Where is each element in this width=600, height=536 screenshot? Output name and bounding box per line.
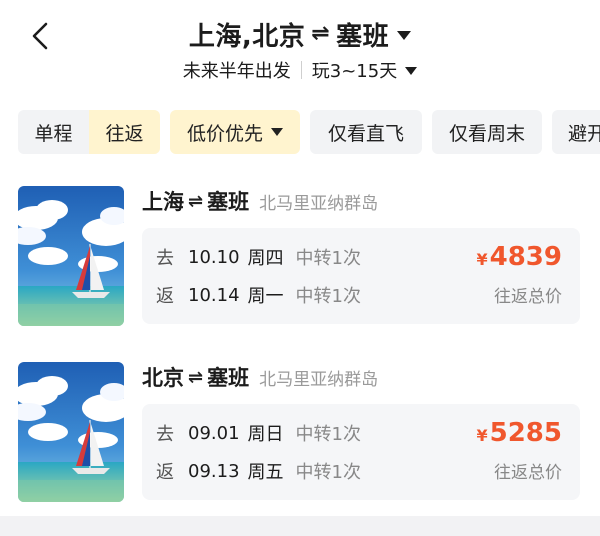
outbound-label: 去 <box>156 424 174 445</box>
return-leg: 返 09.13 周五 中转1次 <box>156 456 361 486</box>
outbound-leg: 去 10.10 周四 中转1次 <box>156 242 361 272</box>
round-trip-arrows-icon: ⇌ <box>311 20 331 46</box>
trip-duration[interactable]: 玩3~15天 <box>312 57 397 83</box>
route-title: 上海 ⇌ 塞班 北马里亚纳群岛 <box>142 186 378 216</box>
route-destination: 塞班 <box>207 190 250 214</box>
sort-label: 低价优先 <box>186 122 263 145</box>
round-trip-arrows-icon: ⇌ <box>188 190 204 212</box>
departure-window[interactable]: 未来半年出发 <box>183 57 291 83</box>
title-origins: 上海,北京 <box>188 21 306 52</box>
round-trip-option[interactable]: 往返 <box>89 110 160 154</box>
price-label: 往返总价 <box>494 287 562 307</box>
destination-image <box>18 186 124 326</box>
outbound-date: 09.01 <box>188 422 240 444</box>
outbound-leg: 去 09.01 周日 中转1次 <box>156 418 361 448</box>
weekend-only-filter[interactable]: 仅看周末 <box>432 110 542 154</box>
direct-only-label: 仅看直飞 <box>327 122 404 145</box>
caret-down-icon <box>397 31 412 40</box>
outbound-transfer: 中转1次 <box>295 248 361 269</box>
outbound-weekday: 周四 <box>247 248 284 269</box>
caret-down-icon <box>271 128 283 136</box>
avoid-filter[interactable]: 避开 <box>552 110 600 154</box>
list-bottom-spacer <box>0 516 600 536</box>
currency-symbol: ¥ <box>476 250 488 269</box>
route-title: 北京 ⇌ 塞班 北马里亚纳群岛 <box>142 362 378 392</box>
route-title[interactable]: 上海,北京 ⇌ 塞班 <box>0 14 600 54</box>
divider <box>300 61 302 79</box>
caret-down-icon <box>405 67 418 75</box>
route-region: 北马里亚纳群岛 <box>259 193 379 214</box>
price: ¥ 4839 <box>476 242 562 272</box>
weekend-only-label: 仅看周末 <box>448 122 525 145</box>
filter-bar: 单程 往返 低价优先 仅看直飞 仅看周末 避开 <box>0 108 600 156</box>
return-leg: 返 10.14 周一 中转1次 <box>156 280 361 310</box>
currency-symbol: ¥ <box>476 426 488 445</box>
outbound-weekday: 周日 <box>247 424 284 445</box>
route-region: 北马里亚纳群岛 <box>259 369 379 390</box>
fare-box[interactable]: 去 10.10 周四 中转1次 返 10.14 周一 中转1次 ¥ 4839 往… <box>142 228 580 324</box>
return-label: 返 <box>156 286 174 307</box>
price-value: 5285 <box>489 418 562 448</box>
price-value: 4839 <box>489 242 562 272</box>
price-label: 往返总价 <box>494 463 562 483</box>
outbound-date: 10.10 <box>188 246 240 268</box>
trip-type-toggle: 单程 往返 <box>18 110 160 154</box>
destination-image <box>18 362 124 502</box>
price: ¥ 5285 <box>476 418 562 448</box>
return-label: 返 <box>156 462 174 483</box>
round-trip-arrows-icon: ⇌ <box>188 366 204 388</box>
return-date: 09.13 <box>188 460 240 482</box>
one-way-option[interactable]: 单程 <box>18 110 89 154</box>
flight-deals-page: 上海,北京 ⇌ 塞班 未来半年出发 玩3~15天 单程 往返 低价优先 仅看直飞… <box>0 0 600 536</box>
avoid-label: 避开 <box>568 122 600 145</box>
deal-card[interactable]: 上海 ⇌ 塞班 北马里亚纳群岛 去 10.10 周四 中转1次 返 10.14 … <box>0 186 600 354</box>
route-origin: 北京 <box>142 366 184 390</box>
sort-filter[interactable]: 低价优先 <box>170 110 300 154</box>
outbound-transfer: 中转1次 <box>295 424 361 445</box>
route-origin: 上海 <box>142 190 184 214</box>
trip-settings: 未来半年出发 玩3~15天 <box>0 55 600 85</box>
return-weekday: 周五 <box>247 462 284 483</box>
return-transfer: 中转1次 <box>295 462 361 483</box>
deal-card[interactable]: 北京 ⇌ 塞班 北马里亚纳群岛 去 09.01 周日 中转1次 返 09.13 … <box>0 362 600 530</box>
return-weekday: 周一 <box>247 286 284 307</box>
fare-box[interactable]: 去 09.01 周日 中转1次 返 09.13 周五 中转1次 ¥ 5285 往… <box>142 404 580 500</box>
route-destination: 塞班 <box>207 366 250 390</box>
header: 上海,北京 ⇌ 塞班 未来半年出发 玩3~15天 <box>0 0 600 100</box>
outbound-label: 去 <box>156 248 174 269</box>
return-date: 10.14 <box>188 284 240 306</box>
direct-only-filter[interactable]: 仅看直飞 <box>310 110 422 154</box>
title-destination: 塞班 <box>336 21 390 52</box>
return-transfer: 中转1次 <box>295 286 361 307</box>
